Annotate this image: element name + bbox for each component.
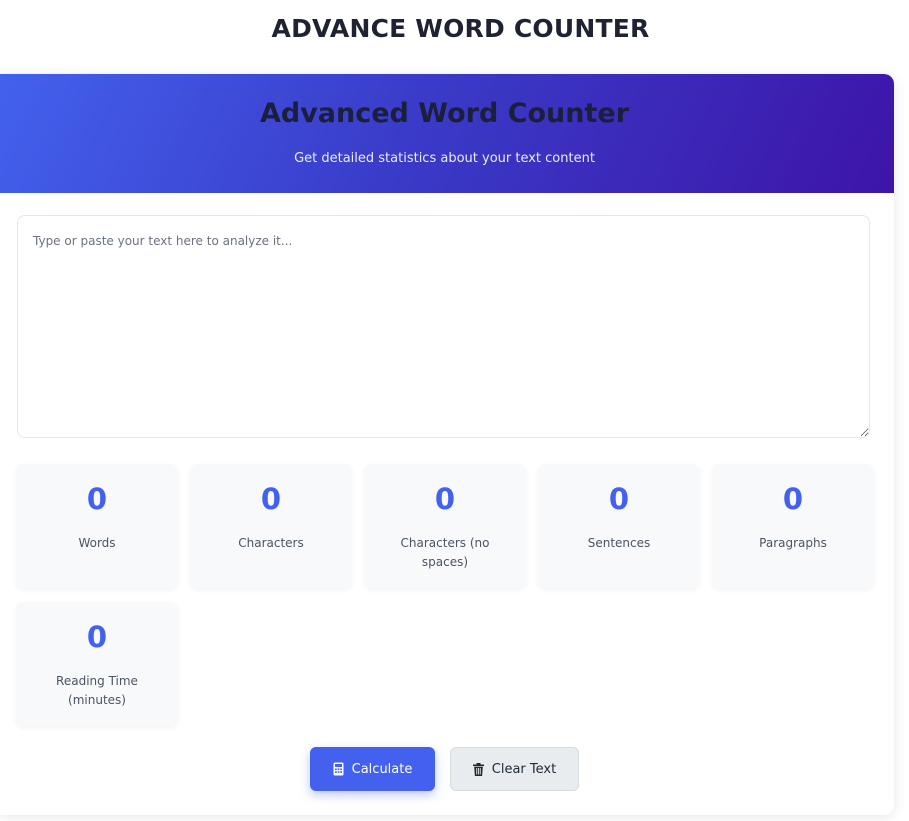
- paragraph-count-value: 0: [782, 482, 804, 516]
- trash-icon: [472, 762, 484, 776]
- calculate-button-label: Calculate: [351, 761, 413, 777]
- stat-card-sentences: 0 Sentences: [538, 464, 700, 588]
- header-banner: Advanced Word Counter Get detailed stati…: [0, 74, 894, 193]
- reading-time-label: Reading Time (minutes): [56, 674, 138, 707]
- stat-card-paragraphs: 0 Paragraphs: [712, 464, 874, 588]
- character-count-value: 0: [260, 482, 282, 516]
- calculate-button[interactable]: Calculate: [310, 747, 435, 791]
- characters-no-spaces-label: Characters (no spaces): [400, 536, 490, 569]
- characters-no-spaces-value: 0: [434, 482, 456, 516]
- sentence-count-label: Sentences: [587, 536, 651, 550]
- stat-card-characters-no-spaces: 0 Characters (no spaces): [364, 464, 526, 588]
- character-count-label: Characters: [238, 536, 304, 550]
- header-subtitle: Get detailed statistics about your text …: [294, 151, 595, 166]
- clear-text-button-label: Clear Text: [491, 761, 557, 777]
- calculator-icon: [333, 762, 344, 776]
- clear-text-button[interactable]: Clear Text: [450, 747, 579, 791]
- stat-card-words: 0 Words: [16, 464, 178, 588]
- header-title: Advanced Word Counter: [259, 98, 630, 129]
- stat-card-characters: 0 Characters: [190, 464, 352, 588]
- sentence-count-value: 0: [608, 482, 630, 516]
- word-count-label: Words: [78, 536, 116, 550]
- stat-card-reading-time: 0 Reading Time (minutes): [16, 602, 178, 726]
- text-input[interactable]: [17, 215, 870, 438]
- paragraph-count-label: Paragraphs: [759, 536, 827, 550]
- page-title: ADVANCE WORD COUNTER: [271, 14, 650, 43]
- word-count-value: 0: [86, 482, 108, 516]
- reading-time-value: 0: [86, 620, 108, 654]
- word-counter-card: Advanced Word Counter Get detailed stati…: [0, 74, 894, 815]
